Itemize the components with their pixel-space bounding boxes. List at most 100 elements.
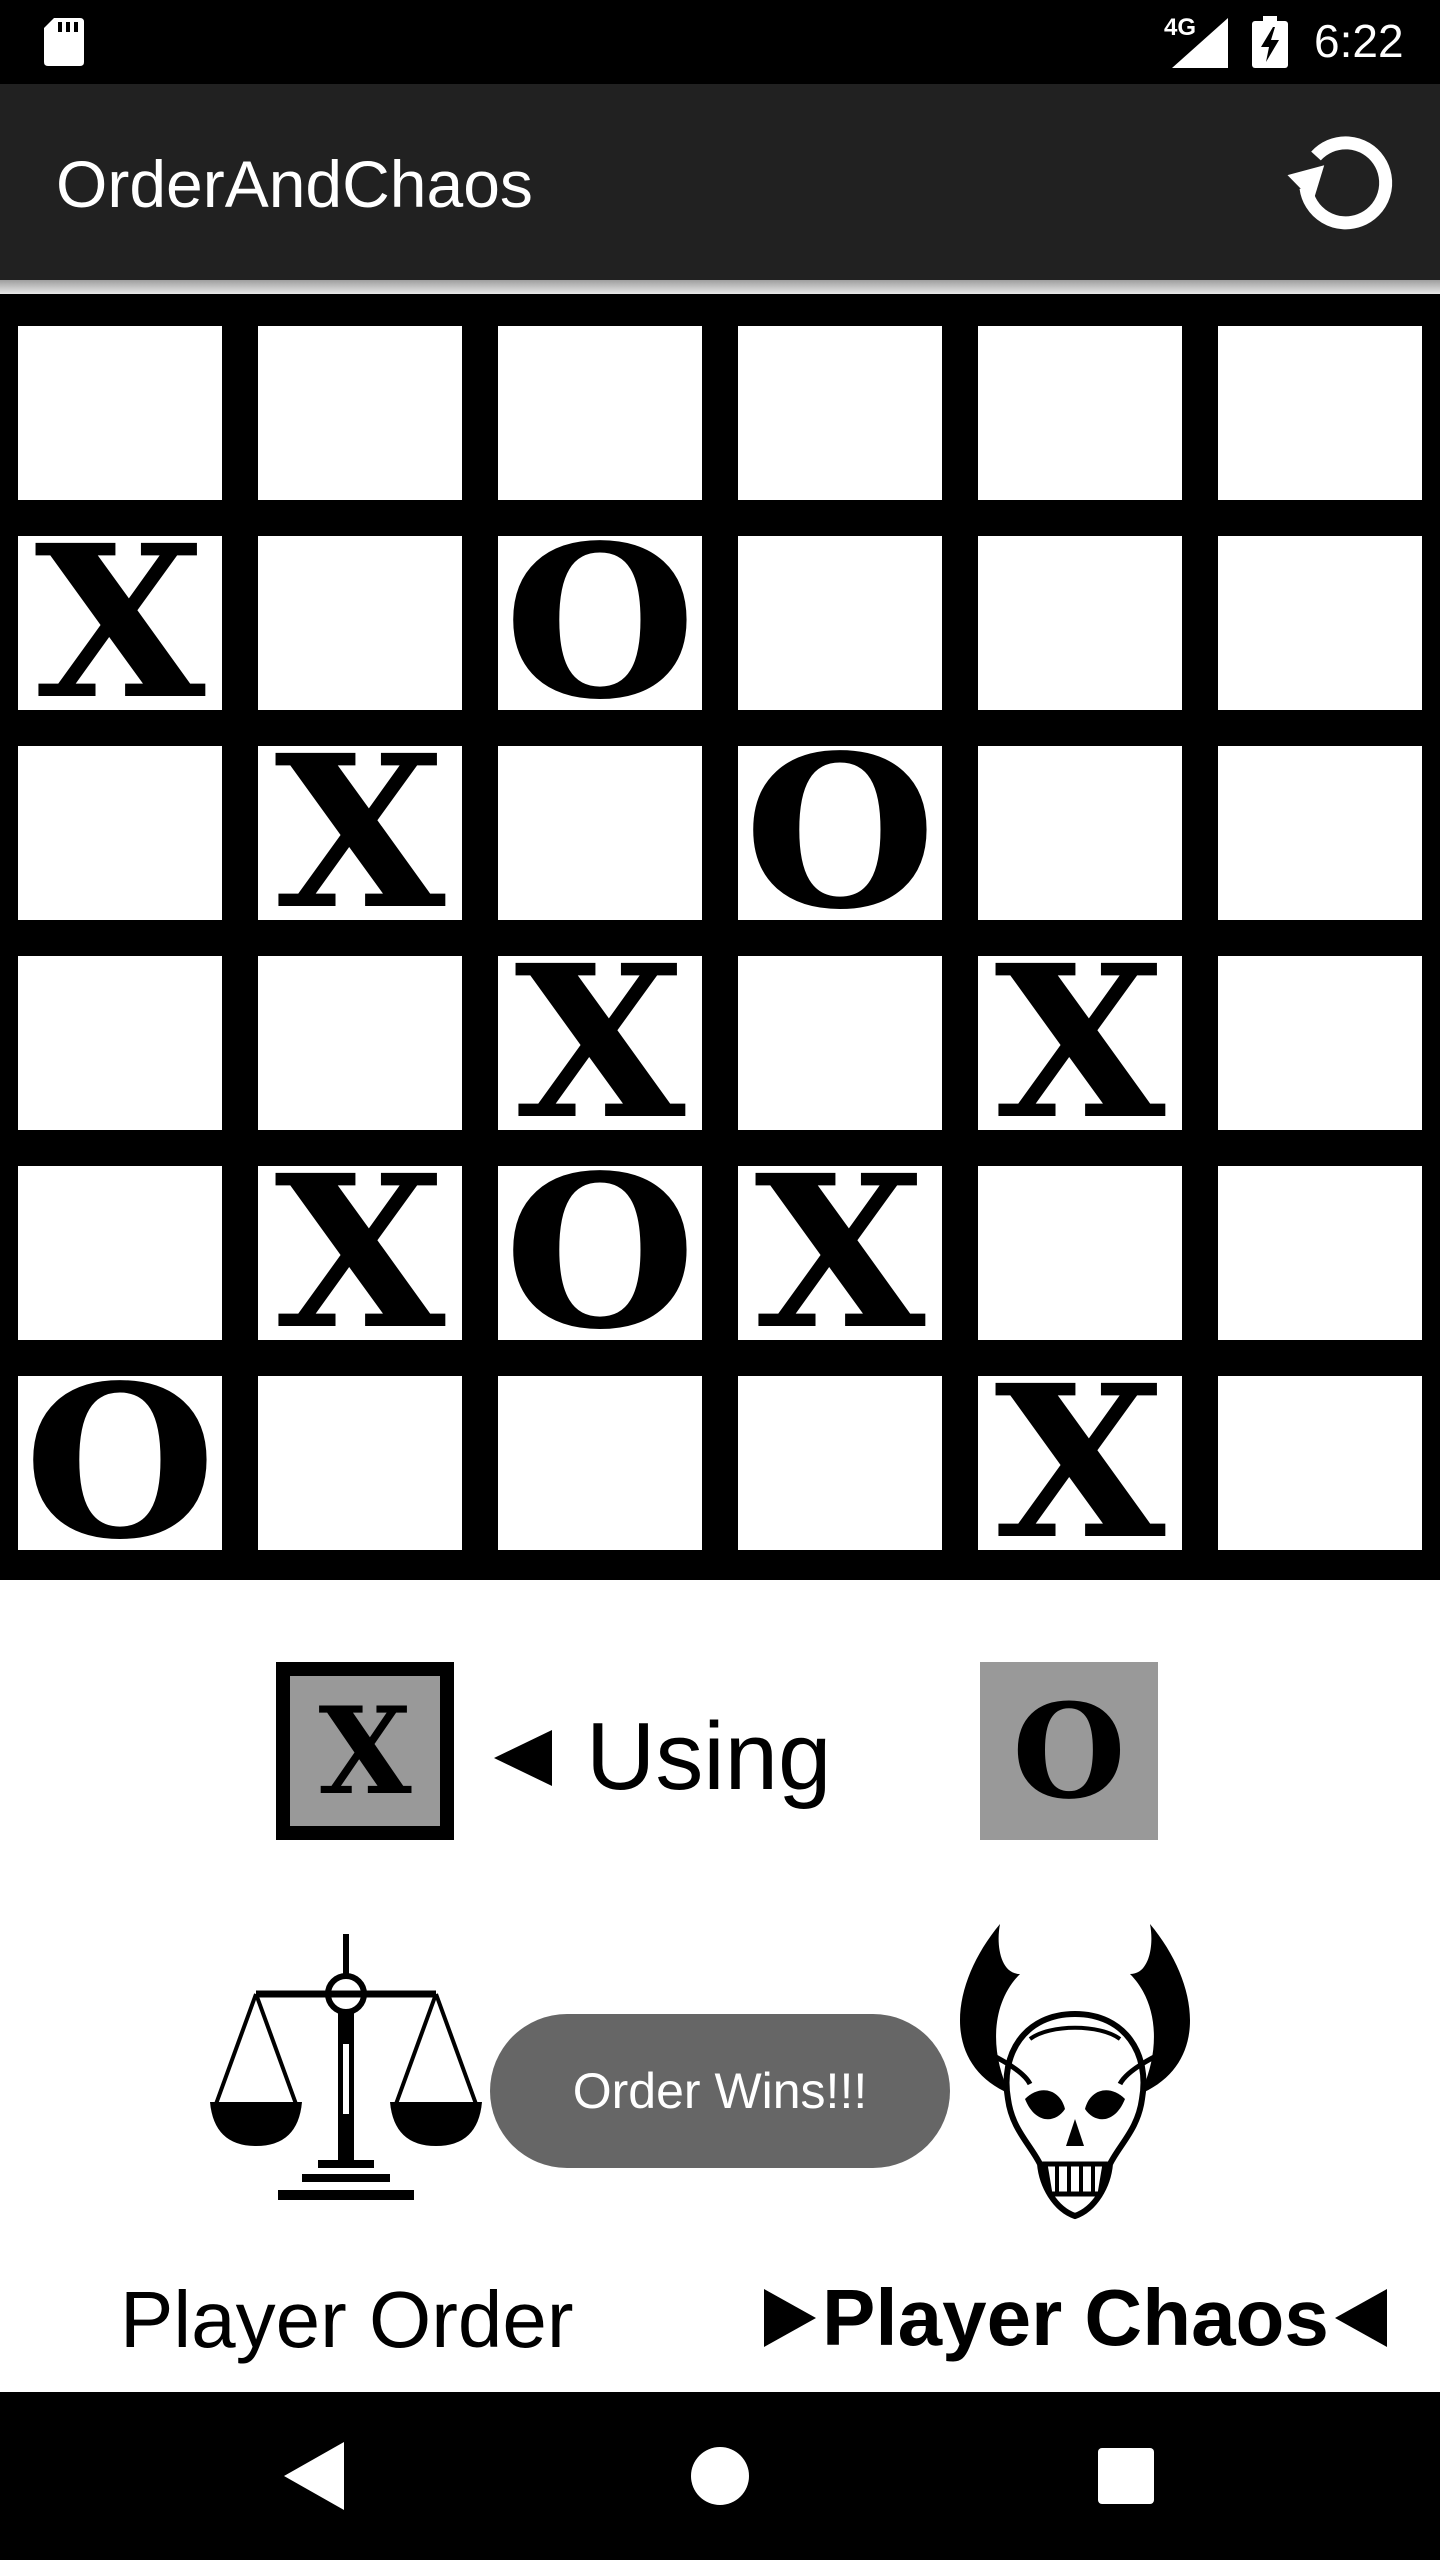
cell-mark xyxy=(258,536,462,710)
cell-mark xyxy=(1218,326,1422,500)
board-cell-r1-c3[interactable] xyxy=(738,536,942,710)
cell-mark xyxy=(1218,746,1422,920)
symbol-x-button[interactable]: X xyxy=(276,1662,454,1840)
board-cell-r0-c0[interactable] xyxy=(18,326,222,500)
sd-card-icon xyxy=(44,18,84,66)
board-cell-r2-c3[interactable]: O xyxy=(738,746,942,920)
cell-mark xyxy=(978,1166,1182,1340)
cell-mark: X xyxy=(514,956,686,1130)
cell-mark xyxy=(18,956,222,1130)
refresh-icon[interactable] xyxy=(1278,126,1398,238)
board-cell-r4-c5[interactable] xyxy=(1218,1166,1422,1340)
player-chaos-label[interactable]: Player Chaos xyxy=(758,2274,1393,2362)
cell-mark: X xyxy=(274,746,446,920)
game-board: X O X O X X X O X O X xyxy=(0,294,1440,1580)
navigation-bar xyxy=(0,2392,1440,2560)
cell-mark: O xyxy=(503,1166,697,1340)
board-cell-r4-c3[interactable]: X xyxy=(738,1166,942,1340)
horned-skull-icon xyxy=(960,1924,1190,2220)
cell-mark xyxy=(498,1376,702,1550)
cell-mark: X xyxy=(994,956,1166,1130)
cell-mark xyxy=(498,746,702,920)
toast-message: Order Wins!!! xyxy=(490,2014,950,2168)
board-cell-r2-c5[interactable] xyxy=(1218,746,1422,920)
using-label: Using xyxy=(586,1703,832,1810)
toast-text: Order Wins!!! xyxy=(572,2063,868,2119)
cell-mark xyxy=(978,536,1182,710)
board-cell-r3-c5[interactable] xyxy=(1218,956,1422,1130)
battery-charging-icon xyxy=(1252,16,1288,68)
board-cell-r4-c4[interactable] xyxy=(978,1166,1182,1340)
board-cell-r3-c1[interactable] xyxy=(258,956,462,1130)
cell-mark xyxy=(18,746,222,920)
cell-mark: X xyxy=(34,536,206,710)
board-cell-r5-c0[interactable]: O xyxy=(18,1376,222,1550)
board-cell-r0-c5[interactable] xyxy=(1218,326,1422,500)
cell-mark: X xyxy=(754,1166,926,1340)
clock: 6:22 xyxy=(1314,15,1404,67)
home-icon[interactable] xyxy=(690,2446,750,2506)
left-pointer-icon xyxy=(494,1730,552,1786)
cell-mark xyxy=(738,536,942,710)
cell-mark xyxy=(258,1376,462,1550)
cell-mark xyxy=(1218,1166,1422,1340)
board-cell-r1-c0[interactable]: X xyxy=(18,536,222,710)
board-cell-r2-c2[interactable] xyxy=(498,746,702,920)
board-cell-r1-c1[interactable] xyxy=(258,536,462,710)
board-cell-r5-c4[interactable]: X xyxy=(978,1376,1182,1550)
board-cell-r1-c5[interactable] xyxy=(1218,536,1422,710)
cell-mark xyxy=(258,326,462,500)
board-cell-r3-c0[interactable] xyxy=(18,956,222,1130)
board-cell-r3-c3[interactable] xyxy=(738,956,942,1130)
board-cell-r5-c3[interactable] xyxy=(738,1376,942,1550)
cell-mark xyxy=(738,326,942,500)
cell-mark: X xyxy=(994,1376,1166,1550)
cell-mark xyxy=(738,1376,942,1550)
cell-mark xyxy=(738,956,942,1130)
cell-mark: X xyxy=(274,1166,446,1340)
cell-mark: O xyxy=(743,746,937,920)
app-bar: OrderAndChaos xyxy=(0,84,1440,280)
board-cell-r5-c5[interactable] xyxy=(1218,1376,1422,1550)
cell-mark xyxy=(1218,536,1422,710)
board-cell-r0-c2[interactable] xyxy=(498,326,702,500)
board-cell-r3-c4[interactable]: X xyxy=(978,956,1182,1130)
recents-icon[interactable] xyxy=(1096,2446,1156,2506)
cell-mark xyxy=(978,326,1182,500)
cell-mark: O xyxy=(23,1376,217,1550)
board-cell-r1-c4[interactable] xyxy=(978,536,1182,710)
cell-mark xyxy=(18,326,222,500)
player-chaos-text: Player Chaos xyxy=(822,2273,1329,2362)
back-icon[interactable] xyxy=(284,2442,344,2510)
cell-mark: O xyxy=(503,536,697,710)
board-cell-r5-c1[interactable] xyxy=(258,1376,462,1550)
app-title: OrderAndChaos xyxy=(56,147,533,221)
cell-mark xyxy=(258,956,462,1130)
right-pointer-icon xyxy=(764,2289,816,2347)
board-cell-r4-c0[interactable] xyxy=(18,1166,222,1340)
board-cell-r0-c1[interactable] xyxy=(258,326,462,500)
cell-mark xyxy=(1218,956,1422,1130)
board-cell-r4-c1[interactable]: X xyxy=(258,1166,462,1340)
signal-icon xyxy=(1172,18,1228,68)
cell-mark xyxy=(1218,1376,1422,1550)
status-bar: 4G 6:22 xyxy=(0,0,1440,84)
symbol-x-label: X xyxy=(290,1676,440,1826)
symbol-o-button[interactable]: O xyxy=(980,1662,1158,1840)
board-cell-r4-c2[interactable]: O xyxy=(498,1166,702,1340)
cell-mark xyxy=(978,746,1182,920)
board-cell-r2-c0[interactable] xyxy=(18,746,222,920)
cell-mark xyxy=(18,1166,222,1340)
cell-mark xyxy=(498,326,702,500)
scales-of-justice-icon xyxy=(210,1934,482,2200)
board-cell-r5-c2[interactable] xyxy=(498,1376,702,1550)
board-cell-r2-c1[interactable]: X xyxy=(258,746,462,920)
left-pointer-icon xyxy=(1334,2289,1387,2347)
board-cell-r0-c4[interactable] xyxy=(978,326,1182,500)
board-cell-r3-c2[interactable]: X xyxy=(498,956,702,1130)
board-cell-r0-c3[interactable] xyxy=(738,326,942,500)
symbol-o-label: O xyxy=(1012,1674,1126,1828)
board-cell-r2-c4[interactable] xyxy=(978,746,1182,920)
board-cell-r1-c2[interactable]: O xyxy=(498,536,702,710)
player-order-label[interactable]: Player Order xyxy=(120,2276,573,2364)
